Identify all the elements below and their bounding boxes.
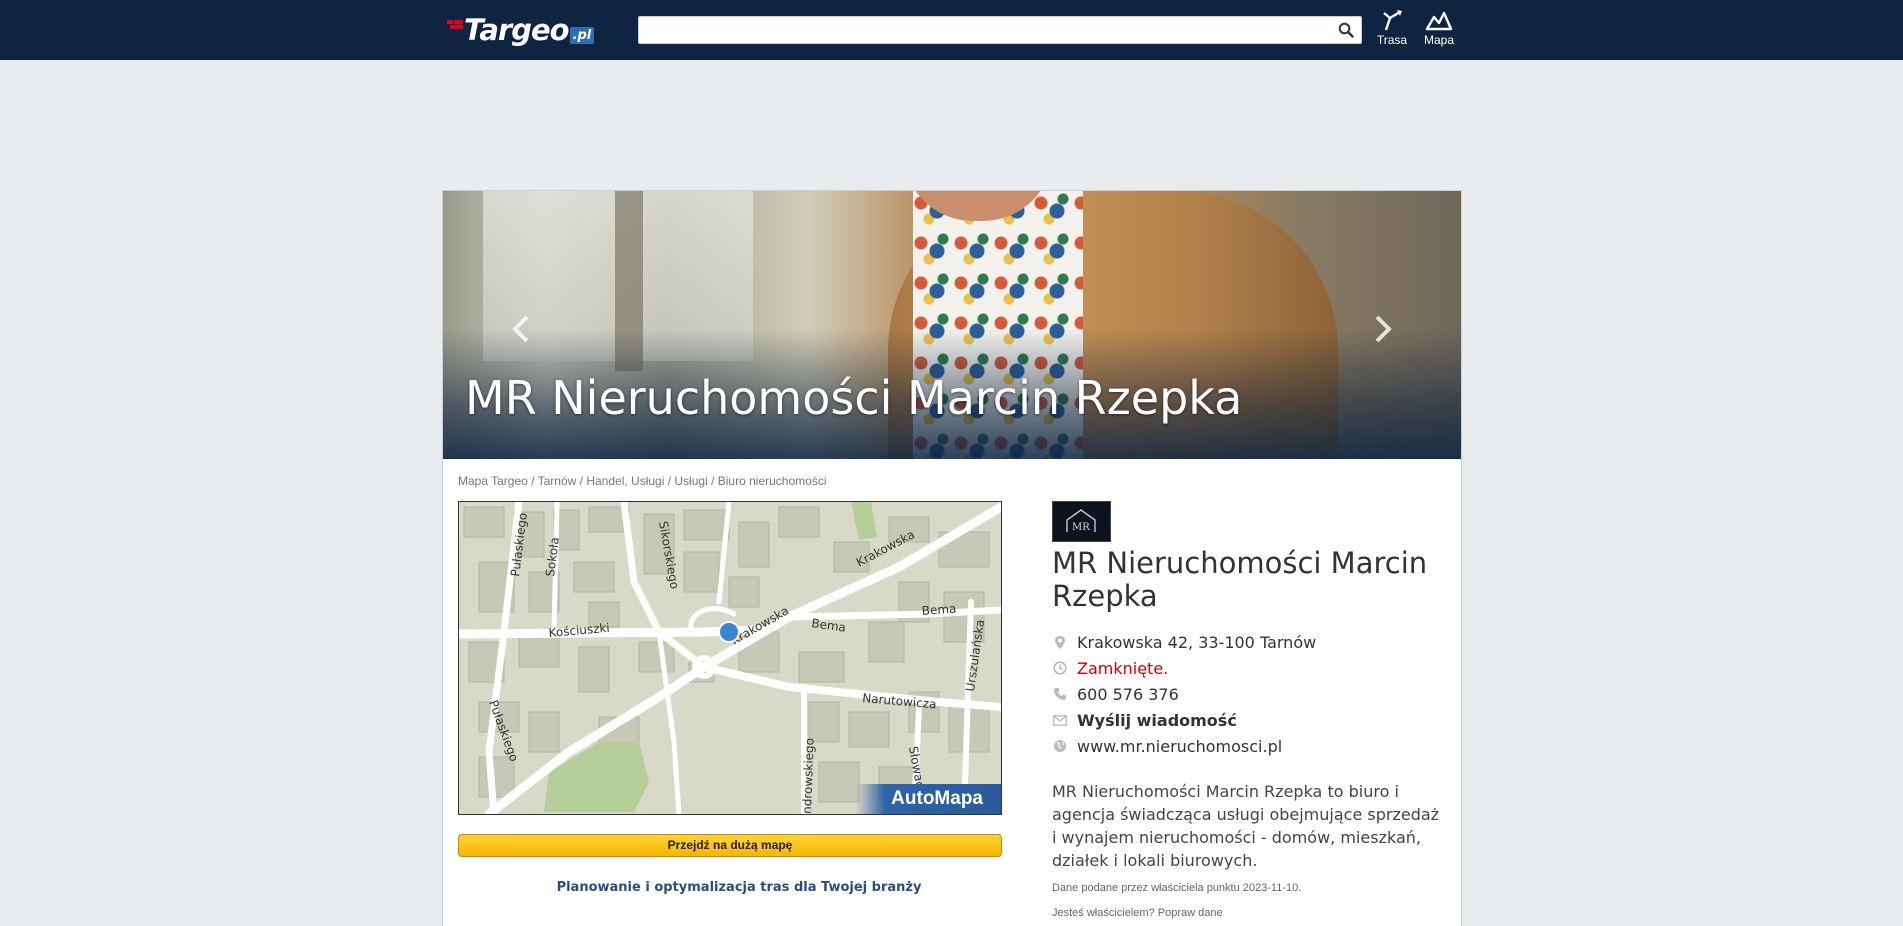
breadcrumb-item[interactable]: Biuro nieruchomości (718, 474, 827, 488)
open-big-map-button[interactable]: Przejdź na dużą mapę (458, 834, 1002, 857)
owner-correction-link[interactable]: Jesteś właścicielem? Popraw dane (1052, 907, 1223, 919)
search-box (638, 16, 1362, 44)
location-map[interactable]: Pułaskiego Sokoła Sikorskiego Krakowska … (458, 501, 1002, 815)
clock-icon (1052, 660, 1068, 676)
breadcrumb-item[interactable]: Usługi (674, 474, 707, 488)
nav-route-label: Trasa (1376, 33, 1408, 47)
location-pin-icon (1052, 634, 1068, 650)
business-name: MR Nieruchomości Marcin Rzepka (1052, 546, 1428, 613)
logo-flag-icon (447, 20, 463, 30)
logo-text: Targeo (464, 13, 570, 47)
nav-route-button[interactable]: Trasa (1370, 9, 1414, 51)
route-planning-link[interactable]: Planowanie i optymalizacja tras dla Twoj… (458, 880, 1020, 895)
send-message-link[interactable]: Wyślij wiadomość (1077, 711, 1237, 730)
globe-icon (1052, 738, 1068, 754)
data-source-note: Dane podane przez właściciela punktu 202… (1052, 882, 1302, 894)
map-canvas: Pułaskiego Sokoła Sikorskiego Krakowska … (459, 502, 1001, 814)
search-input[interactable] (639, 17, 1329, 43)
breadcrumb: Mapa Targeo / Tarnów / Handel, Usługi / … (458, 474, 827, 488)
business-website[interactable]: www.mr.nieruchomosci.pl (1077, 737, 1282, 756)
logo-suffix: .pl (569, 26, 595, 44)
breadcrumb-item[interactable]: Handel, Usługi (586, 474, 664, 488)
phone-icon (1052, 686, 1068, 702)
message-row: Wyślij wiadomość (1052, 709, 1237, 731)
business-card: MR Nieruchomości Marcin Rzepka Mapa Targ… (442, 190, 1462, 926)
location-marker-icon (718, 621, 740, 643)
top-bar: Targeo .pl Trasa Mapa (0, 0, 1903, 60)
website-row: www.mr.nieruchomosci.pl (1052, 735, 1282, 757)
breadcrumb-item[interactable]: Mapa Targeo (458, 474, 528, 488)
map-street-label: Bema (921, 602, 957, 618)
business-logo: MR (1052, 501, 1111, 542)
search-icon[interactable] (1338, 22, 1354, 38)
hero-title: MR Nieruchomości Marcin Rzepka (465, 371, 1243, 425)
address-row: Krakowska 42, 33-100 Tarnów (1052, 631, 1316, 653)
map-icon (1425, 11, 1453, 31)
hero-banner: MR Nieruchomości Marcin Rzepka (443, 191, 1461, 459)
targeo-logo[interactable]: Targeo .pl (447, 13, 595, 47)
hours-row: Zamknięte. (1052, 657, 1168, 679)
business-phone[interactable]: 600 576 376 (1077, 685, 1179, 704)
svg-text:MR: MR (1072, 522, 1090, 533)
business-address: Krakowska 42, 33-100 Tarnów (1077, 632, 1317, 652)
nav-map-label: Mapa (1423, 33, 1455, 47)
route-icon (1383, 10, 1402, 31)
carousel-prev-icon[interactable] (510, 314, 532, 344)
nav-map-button[interactable]: Mapa (1417, 9, 1461, 51)
envelope-icon (1052, 712, 1068, 728)
breadcrumb-item[interactable]: Tarnów (538, 474, 577, 488)
automapa-brand: AutoMapa (856, 784, 1001, 814)
opening-status[interactable]: Zamknięte. (1077, 659, 1168, 678)
carousel-next-icon[interactable] (1372, 314, 1394, 344)
phone-row: 600 576 376 (1052, 683, 1179, 705)
business-description: MR Nieruchomości Marcin Rzepka to biuro … (1052, 782, 1440, 870)
map-street-label: ndrowskiego (800, 738, 817, 814)
